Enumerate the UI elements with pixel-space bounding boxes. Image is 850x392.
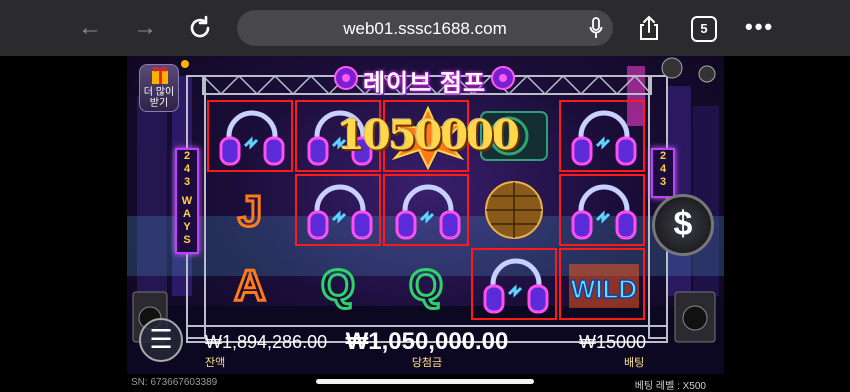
reel-symbol-j: J [207,174,293,246]
bet-label: 배팅 [624,357,645,369]
win-amount-display: 1050000 [337,112,520,159]
more-rewards-label: 더 많이 받기 [143,87,175,109]
headphones-icon [219,110,285,166]
screen: ← → web01.sssc1688.com 5 ••• 더 많이 받기 레이브… [0,0,850,392]
balance-value: ₩1,894,286.00 [205,332,328,352]
back-icon[interactable]: ← [76,14,104,42]
browser-toolbar: ← → web01.sssc1688.com 5 ••• [0,0,850,56]
url-text: web01.sssc1688.com [343,19,507,38]
letter-q-icon: Q [407,260,444,312]
ways-char: 4 [183,163,191,175]
bet-value[interactable]: ₩15000 [579,332,646,353]
svg-text:J: J [238,187,262,236]
info-panel: ₩1,894,286.00 잔액 ₩1,050,000.00 당첨금 ₩1500… [187,322,667,372]
game-title-sign: 레이브 점프 [332,60,517,97]
ways-indicator-left: 2 4 3 W A Y S [175,148,199,254]
share-icon[interactable] [634,14,664,44]
disco-ball-icon [485,181,543,239]
more-icon[interactable]: ••• [745,14,774,40]
reel-symbol-headphones [207,100,293,172]
headphones-icon [307,184,373,240]
ways-indicator-right: 2 4 3 [651,148,675,198]
svg-text:Q: Q [409,261,443,310]
ways-char: Y [183,221,191,233]
tabs-icon[interactable]: 5 [691,16,717,42]
reel-symbol-headphones [295,174,381,246]
svg-text:WILD: WILD [571,274,637,304]
ways-char: A [183,208,191,220]
headphones-icon [571,184,637,240]
reel-symbol-headphones [559,100,645,172]
reel-symbol-headphones [383,174,469,246]
bet-level: 베팅 레벨 : X500 [634,381,706,392]
gift-icon [152,66,168,84]
reel-symbol-headphones [471,248,557,320]
coin-bet-button[interactable]: $ [652,194,714,256]
reel-symbol-q: Q [383,248,469,320]
reel-symbol-q: Q [295,248,381,320]
letter-a-icon: A [233,260,268,312]
svg-text:A: A [234,261,266,310]
reel-symbol-wild: WILD [559,248,645,320]
headphones-icon [483,258,549,314]
right-margin [724,56,850,392]
slot-game[interactable]: 더 많이 받기 레이브 점프 2 4 3 W A Y S 2 4 3 JAQQW… [127,56,724,392]
ways-char: W [181,195,193,207]
headphones-icon [571,110,637,166]
forward-icon[interactable]: → [131,14,159,42]
winnings-value: ₩1,050,000.00 [345,328,509,355]
serial-number: SN: 673667603389 [131,377,218,388]
menu-button[interactable]: ☰ [139,318,183,362]
reel-symbol-a: A [207,248,293,320]
game-title: 레이브 점프 [362,70,487,97]
reload-icon[interactable] [186,14,214,42]
wild-icon: WILD [569,264,639,308]
ways-char: 2 [659,150,667,162]
ways-char: 3 [183,176,191,188]
svg-text:Q: Q [321,261,355,310]
mic-icon[interactable] [589,17,603,39]
notification-dot [181,60,189,68]
letter-q-icon: Q [319,260,356,312]
home-indicator[interactable] [316,379,534,384]
ways-char: S [183,234,191,246]
ways-char: 3 [659,176,667,188]
ways-char: 2 [183,150,191,162]
more-rewards-button[interactable]: 더 많이 받기 [139,64,179,112]
letter-j-icon: J [236,186,263,238]
left-margin [0,56,127,392]
winnings-label: 당첨금 [411,357,443,369]
reel-symbol-disco-ball [471,174,557,246]
address-bar[interactable]: web01.sssc1688.com [237,10,613,46]
reel-symbol-headphones [559,174,645,246]
ways-char: 4 [659,163,667,175]
headphones-icon [395,184,461,240]
balance-label: 잔액 [205,357,226,369]
